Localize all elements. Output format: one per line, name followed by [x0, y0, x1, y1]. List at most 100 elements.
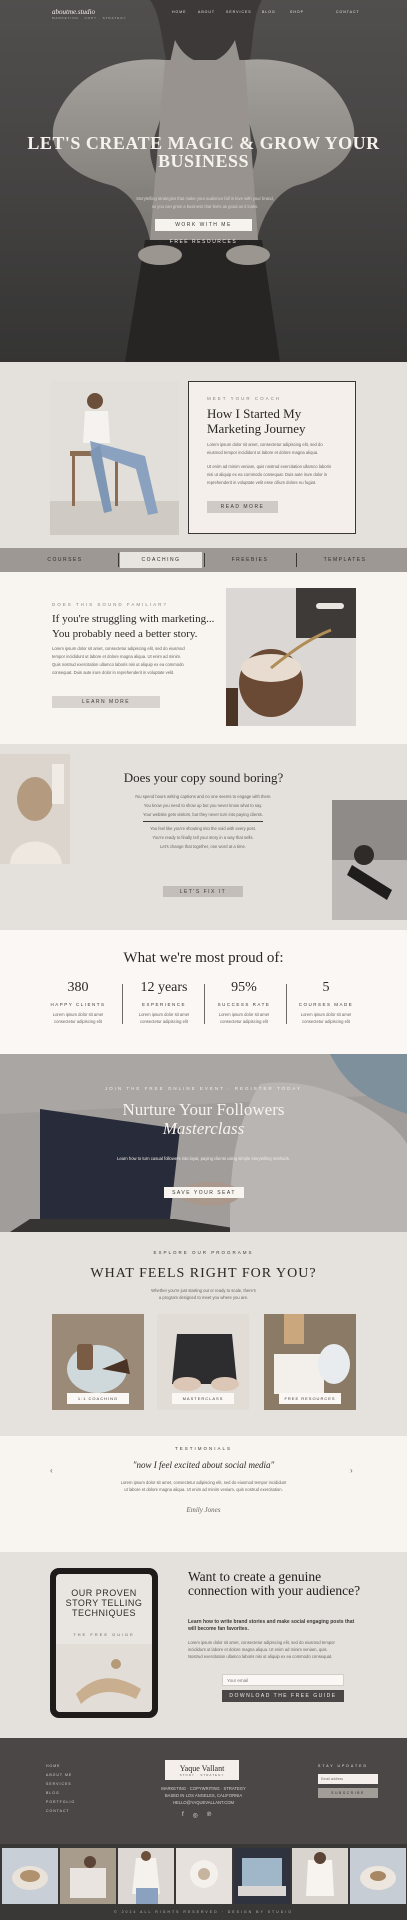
- stat-number: 380: [67, 980, 89, 995]
- footer-link-home[interactable]: HOME: [46, 1764, 61, 1768]
- gallery-tile[interactable]: [2, 1848, 58, 1904]
- pinterest-icon[interactable]: ℗: [207, 1812, 211, 1819]
- stat-label: COURSES MADE: [298, 1002, 354, 1007]
- gallery-tile[interactable]: [118, 1848, 174, 1904]
- program-card-coaching[interactable]: 1:1 COACHING: [52, 1314, 144, 1410]
- stat-clients: 380 HAPPY CLIENTS Lorem ipsum dolor sit …: [38, 980, 118, 1024]
- stat-desc: Lorem ipsum dolor sit amet consectetur a…: [124, 1012, 204, 1024]
- testimonial-signature: Emily Jones: [186, 1506, 221, 1514]
- story-title: How I Started My Marketing Journey: [207, 406, 306, 436]
- footer-link-contact[interactable]: CONTACT: [46, 1809, 70, 1813]
- tab-courses[interactable]: COURSES: [20, 552, 110, 568]
- masterclass-section: JOIN THE FREE ONLINE EVENT · REGISTER TO…: [0, 1054, 407, 1232]
- struggle-title-line: If you're struggling with marketing...: [52, 613, 215, 625]
- brand-logo[interactable]: aboutme.studio: [52, 8, 95, 16]
- stat-label: EXPERIENCE: [141, 1002, 186, 1007]
- freebie-email-input[interactable]: [222, 1674, 344, 1686]
- freebie-subtitle: Learn how to write brand stories and mak…: [188, 1619, 355, 1632]
- struggle-body: Lorem ipsum dolor sit amet, consectetur …: [52, 646, 202, 675]
- nav-about[interactable]: ABOUT: [198, 10, 215, 14]
- stat-desc-line: consectetur adipiscing elit: [220, 1019, 268, 1024]
- struggle-line: consequat. Duis aute irure dolor in repr…: [52, 670, 175, 675]
- programs-title: WHAT FEELS RIGHT FOR YOU?: [90, 1266, 317, 1281]
- nav-home[interactable]: HOME: [172, 10, 187, 14]
- coffee-photo: [226, 588, 356, 726]
- hero-section: aboutme.studio MARKETING · COPY · STRATE…: [0, 0, 407, 362]
- testimonial-line: ut labore et dolore magna aliqua. Ut eni…: [124, 1487, 283, 1492]
- testimonial-next-icon[interactable]: ›: [350, 1466, 353, 1475]
- fix-it-button[interactable]: LET'S FIX IT: [163, 886, 243, 897]
- tablet-hand-image: [56, 1644, 152, 1712]
- program-button[interactable]: FREE RESOURCES: [279, 1393, 341, 1404]
- tab-templates[interactable]: TEMPLATES: [300, 552, 390, 568]
- hero-description: Storytelling strategies that make your a…: [130, 196, 280, 209]
- hero-line: so you can grow a business that feels as…: [151, 204, 259, 209]
- stat-number: 95%: [231, 980, 257, 995]
- gallery-tile[interactable]: [176, 1848, 232, 1904]
- program-button[interactable]: MASTERCLASS: [172, 1393, 234, 1404]
- stat-number: 12 years: [140, 980, 188, 995]
- struggle-eyebrow: DOES THIS SOUND FAMILIAR?: [52, 602, 168, 607]
- tab-coaching[interactable]: COACHING: [120, 552, 202, 568]
- work-with-me-button[interactable]: WORK WITH ME: [155, 219, 252, 231]
- newsletter-title: STAY UPDATED: [318, 1764, 368, 1768]
- learn-more-button[interactable]: LEARN MORE: [52, 696, 160, 708]
- boring-item: You feel like you're shouting into the v…: [150, 826, 256, 831]
- footer-link-about[interactable]: ABOUT ME: [46, 1773, 72, 1777]
- stat-desc: Lorem ipsum dolor sit amet consectetur a…: [38, 1012, 118, 1024]
- copyright: © 2024 ALL RIGHTS RESERVED · DESIGN BY S…: [114, 1910, 293, 1914]
- top-nav: aboutme.studio MARKETING · COPY · STRATE…: [0, 6, 407, 20]
- footer-logo[interactable]: Yaque Vallant STORY · STRATEGY: [165, 1760, 239, 1780]
- stat-divider: [122, 984, 123, 1024]
- stat-label: SUCCESS RATE: [217, 1002, 271, 1007]
- gallery-tile[interactable]: [292, 1848, 348, 1904]
- stat-desc: Lorem ipsum dolor sit amet consectetur a…: [286, 1012, 366, 1024]
- nav-contact[interactable]: CONTACT: [336, 10, 360, 14]
- gallery-tile[interactable]: [60, 1848, 116, 1904]
- footer-social: f ◎ ℗: [182, 1812, 211, 1819]
- stat-desc-line: Lorem ipsum dolor sit amet: [52, 1012, 104, 1017]
- boring-title: Does your copy sound boring?: [123, 770, 284, 785]
- program-card-resources[interactable]: FREE RESOURCES: [264, 1314, 356, 1410]
- testimonial-eyebrow: TESTIMONIALS: [174, 1446, 232, 1451]
- boring-item: Your website gets visitors, but they nev…: [143, 812, 263, 817]
- woman-lying-photo: [332, 800, 407, 920]
- stat-desc: Lorem ipsum dolor sit amet consectetur a…: [204, 1012, 284, 1024]
- facebook-icon[interactable]: f: [182, 1812, 184, 1819]
- stat-desc-line: Lorem ipsum dolor sit amet: [138, 1012, 190, 1017]
- instagram-icon[interactable]: ◎: [193, 1812, 198, 1819]
- freebie-section: OUR PROVEN STORY TELLING TECHNIQUES THE …: [0, 1552, 407, 1738]
- freebie-line: Lorem ipsum dolor sit amet, consectetur …: [188, 1640, 335, 1645]
- subscribe-button[interactable]: SUBSCRIBE: [318, 1788, 378, 1798]
- struggle-line: Quis nostrud exercitation ullamco labori…: [52, 662, 184, 667]
- struggle-line: tempor incididunt ut labore et dolore ma…: [52, 654, 182, 659]
- instagram-gallery: © 2024 ALL RIGHTS RESERVED · DESIGN BY S…: [0, 1844, 407, 1920]
- read-more-button[interactable]: READ MORE: [207, 501, 278, 513]
- boring-item: You're ready to finally tell your story …: [152, 835, 254, 840]
- gallery-tile[interactable]: [350, 1848, 406, 1904]
- download-guide-button[interactable]: DOWNLOAD THE FREE GUIDE: [222, 1690, 344, 1702]
- footer-logo-text: Yaque Vallant: [179, 1763, 225, 1773]
- freebie-body: Lorem ipsum dolor sit amet, consectetur …: [188, 1640, 358, 1659]
- boring-copy-section: Does your copy sound boring? You spend h…: [0, 744, 407, 930]
- nav-services[interactable]: SERVICES: [226, 10, 252, 14]
- nav-blog[interactable]: BLOG: [262, 10, 276, 14]
- programs-section: EXPLORE OUR PROGRAMS WHAT FEELS RIGHT FO…: [0, 1232, 407, 1436]
- free-resources-button[interactable]: FREE RESOURCES: [155, 236, 252, 248]
- story-line: eiusmod tempor incididunt ut labore et d…: [207, 450, 319, 455]
- program-card-masterclass[interactable]: MASTERCLASS: [157, 1314, 249, 1410]
- newsletter-email-input[interactable]: [318, 1774, 378, 1784]
- stat-desc-line: consectetur adipiscing elit: [140, 1019, 188, 1024]
- testimonial-section: TESTIMONIALS "now I feel excited about s…: [0, 1436, 407, 1552]
- gallery-tile[interactable]: [234, 1848, 290, 1904]
- nav-shop[interactable]: SHOP: [290, 10, 304, 14]
- stat-desc-line: consectetur adipiscing elit: [302, 1019, 350, 1024]
- testimonial-prev-icon[interactable]: ‹: [50, 1466, 53, 1475]
- stat-desc-line: consectetur adipiscing elit: [54, 1019, 102, 1024]
- stats-section: What we're most proud of: 380 HAPPY CLIE…: [0, 930, 407, 1054]
- program-button[interactable]: 1:1 COACHING: [67, 1393, 129, 1404]
- programs-line: Whether you're just starting out or read…: [151, 1288, 256, 1293]
- stat-desc-line: Lorem ipsum dolor sit amet: [300, 1012, 352, 1017]
- tab-freebies[interactable]: FREEBIES: [210, 552, 290, 568]
- save-seat-button[interactable]: SAVE YOUR SEAT: [164, 1187, 244, 1198]
